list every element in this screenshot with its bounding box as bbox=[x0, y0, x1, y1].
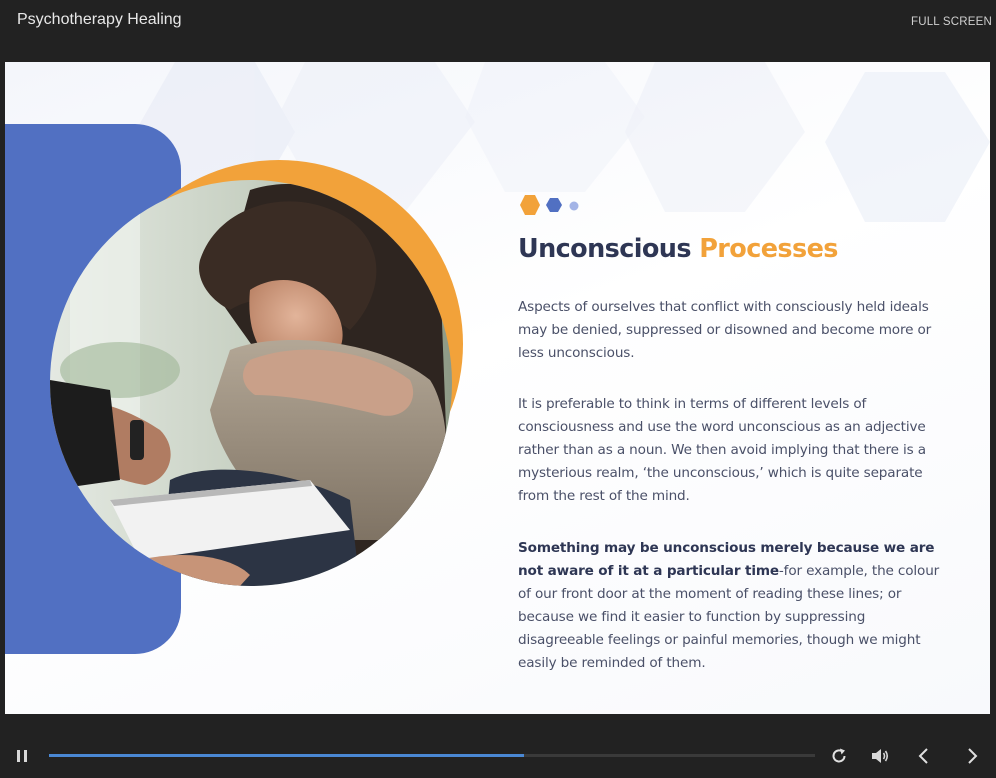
replay-button[interactable] bbox=[829, 746, 849, 766]
player-controls bbox=[0, 714, 996, 778]
progress-fill bbox=[49, 754, 524, 757]
app-title: Psychotherapy Healing bbox=[17, 11, 182, 28]
progress-bar[interactable] bbox=[49, 754, 815, 757]
fullscreen-button[interactable]: FULL SCREEN bbox=[911, 16, 992, 28]
therapy-session-photo bbox=[50, 180, 452, 586]
heading-accent: Processes bbox=[699, 234, 838, 264]
slide-heading: Unconscious Processes bbox=[518, 234, 838, 264]
top-bar: Psychotherapy Healing FULL SCREEN bbox=[0, 0, 996, 62]
heading-main: Unconscious bbox=[518, 234, 692, 264]
replay-icon bbox=[832, 748, 846, 763]
chevron-left-icon bbox=[918, 748, 928, 764]
pause-icon bbox=[17, 750, 27, 762]
previous-slide-button[interactable] bbox=[914, 746, 934, 766]
blue-hexagon-icon bbox=[546, 198, 562, 212]
pause-button[interactable] bbox=[14, 748, 30, 764]
volume-button[interactable] bbox=[870, 746, 890, 766]
paragraph-3: Something may be unconscious merely beca… bbox=[518, 537, 946, 675]
next-slide-button[interactable] bbox=[962, 746, 982, 766]
chevron-right-icon bbox=[968, 748, 978, 764]
small-dot-icon bbox=[569, 201, 579, 211]
paragraph-1: Aspects of ourselves that conflict with … bbox=[518, 299, 932, 361]
decorative-hexagons bbox=[520, 195, 579, 215]
slide-canvas: Unconscious Processes Aspects of ourselv… bbox=[5, 62, 990, 714]
paragraph-3-rest: -for example, the colour of our front do… bbox=[518, 563, 940, 671]
volume-icon bbox=[872, 749, 889, 763]
paragraph-2: It is preferable to think in terms of di… bbox=[518, 396, 926, 504]
orange-hexagon-icon bbox=[520, 195, 540, 215]
